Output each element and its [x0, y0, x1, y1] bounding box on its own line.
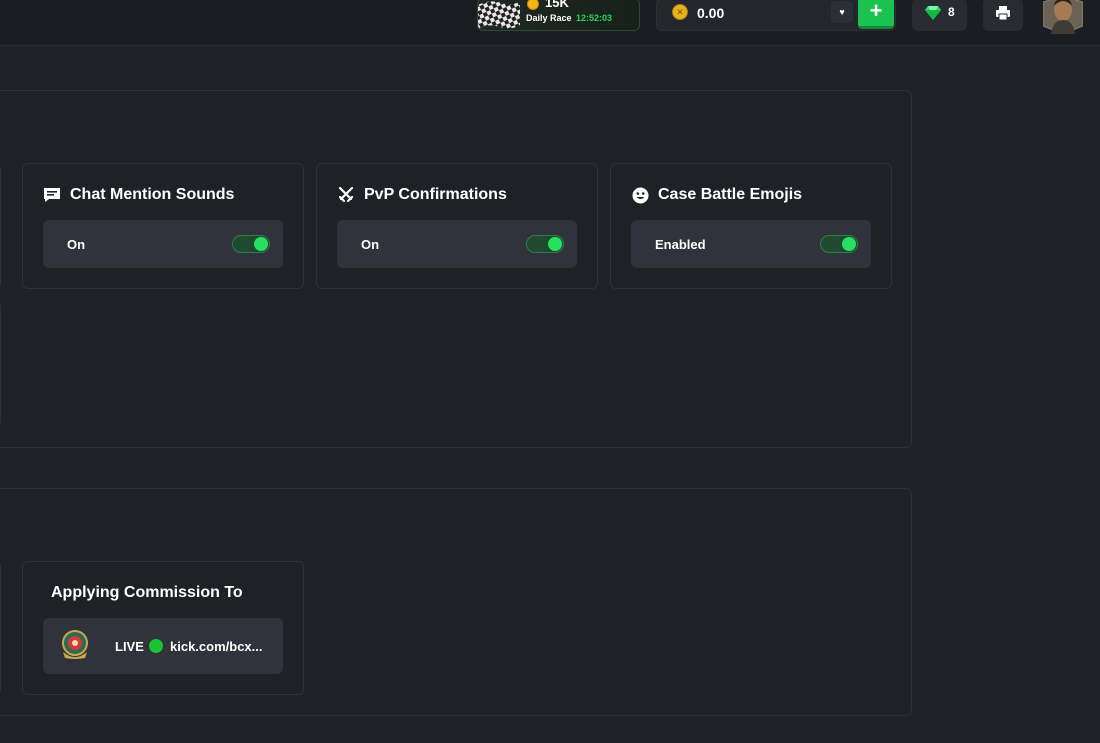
gems-count: 8 — [948, 5, 955, 19]
plus-icon: + — [869, 0, 883, 23]
top-bar: 15K Daily Race 12:52:03 ✕ 0.00 ♥ + 8 — [0, 0, 1100, 46]
commission-target-row[interactable]: LIVE kick.com/bcx... — [43, 618, 283, 674]
chevron-down-icon[interactable]: ♥ — [831, 1, 853, 23]
gem-icon — [925, 6, 941, 20]
card-pvp-confirmations: PvP Confirmations On — [316, 163, 598, 289]
affiliate-panel: Applying Commission To LIVE kick.com/bcx… — [0, 488, 912, 716]
race-label: Daily Race — [526, 13, 572, 23]
race-timer: 12:52:03 — [576, 13, 613, 23]
pvp-confirmations-toggle[interactable] — [526, 235, 564, 253]
card-partial — [0, 301, 1, 427]
balance-value: 0.00 — [697, 5, 725, 21]
gems-button[interactable]: 8 — [912, 0, 967, 31]
setting-row[interactable]: On — [43, 220, 283, 268]
card-title: Applying Commission To — [51, 584, 243, 601]
coin-icon: ✕ — [672, 4, 688, 20]
card-partial — [0, 561, 1, 695]
setting-value: Enabled — [655, 237, 706, 252]
race-prize-amount: 15K — [545, 0, 569, 10]
card-title: Case Battle Emojis — [658, 186, 803, 203]
avatar[interactable] — [1043, 0, 1083, 34]
crossed-swords-icon — [337, 186, 355, 204]
card-case-battle-emojis: Case Battle Emojis Enabled — [610, 163, 892, 289]
live-indicator-icon — [149, 639, 163, 653]
card-title: PvP Confirmations — [364, 186, 507, 203]
setting-value: On — [67, 237, 86, 252]
stream-link[interactable]: kick.com/bcx... — [170, 639, 263, 654]
affiliate-logo-icon — [62, 630, 88, 659]
daily-race-widget[interactable]: 15K Daily Race 12:52:03 — [477, 0, 640, 31]
live-status: LIVE — [115, 639, 144, 654]
chat-icon — [43, 186, 61, 204]
printer-button[interactable] — [983, 0, 1023, 31]
card-chat-mention-sounds: Chat Mention Sounds On — [22, 163, 304, 289]
setting-row[interactable]: Enabled — [631, 220, 871, 268]
preferences-panel: Chat Mention Sounds On PvP Confirmations… — [0, 90, 912, 448]
card-title: Chat Mention Sounds — [70, 186, 235, 203]
coin-icon — [527, 0, 539, 10]
deposit-button[interactable]: + — [858, 0, 894, 29]
smiley-icon — [631, 186, 649, 204]
checkered-flag-icon — [478, 1, 520, 29]
chat-mention-sounds-toggle[interactable] — [232, 235, 270, 253]
setting-row[interactable]: On — [337, 220, 577, 268]
printer-icon — [996, 6, 1010, 21]
case-battle-emojis-toggle[interactable] — [820, 235, 858, 253]
card-partial — [0, 163, 1, 289]
setting-value: On — [361, 237, 380, 252]
card-applying-commission: Applying Commission To LIVE kick.com/bcx… — [22, 561, 304, 695]
